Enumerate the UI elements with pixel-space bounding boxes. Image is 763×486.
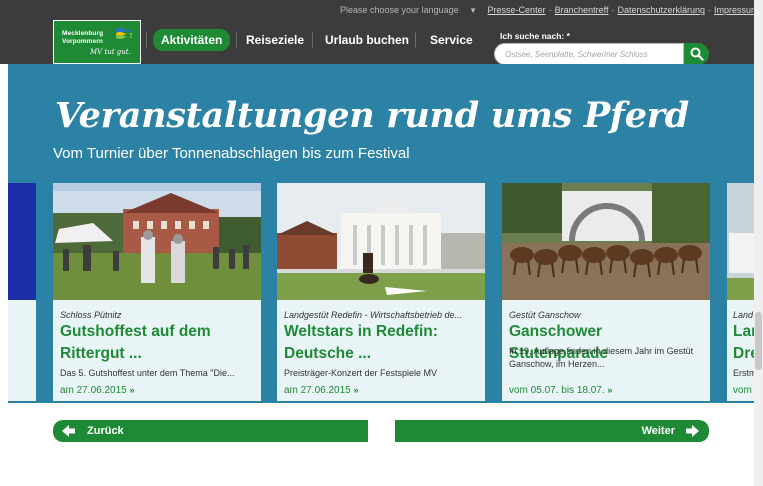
search-label: Ich suche nach: * [500, 31, 570, 41]
nav-divider [312, 32, 313, 48]
event-card[interactable]: Schloss Pütnitz Gutshoffest auf dem Ritt… [53, 183, 261, 401]
logo-line-1: Mecklenburg [62, 30, 104, 37]
link-presse-center[interactable]: Presse-Center [488, 5, 546, 15]
prev-label: Zurück [87, 425, 124, 437]
partial-card-left[interactable] [8, 183, 36, 401]
utility-bar: Please choose your language ▼ Presse-Cen… [340, 5, 759, 15]
search-input[interactable] [494, 43, 684, 65]
scrollbar-thumb[interactable] [755, 312, 762, 370]
next-button[interactable]: Weiter [395, 420, 709, 442]
arrow-left-icon [62, 425, 75, 437]
card-category: Landgestüt Redefin - Wirtschaftsbetrieb … [284, 310, 463, 320]
link-datenschutz[interactable]: Datenschutzerklärung [617, 5, 705, 15]
nav-service[interactable]: Service [430, 29, 473, 51]
logo-slogan: MV tut gut. [90, 48, 131, 56]
nav-divider [236, 32, 237, 48]
card-date[interactable]: vom [733, 385, 752, 396]
page-scrollbar[interactable] [754, 0, 763, 486]
card-title-line: Dre [733, 345, 754, 362]
nav-divider [146, 32, 147, 48]
card-date: vom 05.07. bis 18.07. [509, 385, 605, 396]
chevron-down-icon[interactable]: ▼ [469, 6, 477, 15]
card-image [53, 183, 261, 300]
site-logo[interactable]: Mecklenburg Vorpommern MV tut gut. [53, 20, 141, 64]
card-description: In 19. Auflage finden in diesem Jahr im … [509, 346, 694, 369]
search-button[interactable] [684, 43, 709, 65]
card-title-line: Lan [733, 323, 754, 340]
hero-subtitle: Vom Turnier über Tonnenabschlagen bis zu… [53, 145, 410, 162]
hero-title: Veranstaltungen rund ums Pferd [55, 95, 689, 136]
nav-urlaub-buchen[interactable]: Urlaub buchen [325, 29, 409, 51]
event-card[interactable]: Landgestüt Redefin - Wirtschaftsbetrieb … [277, 183, 485, 401]
double-chevron-right-icon: » [607, 385, 613, 395]
card-date: am 27.06.2015 [60, 385, 127, 396]
card-description: Preisträger-Konzert der Festspiele MV [284, 368, 438, 378]
card-date-link[interactable]: am 27.06.2015 » [284, 385, 359, 396]
card-category: Land [733, 310, 754, 320]
nav-divider [415, 32, 416, 48]
card-title[interactable]: Weltstars in Redefin: Deutsche ... [284, 321, 480, 365]
logo-line-2: Vorpommern [62, 38, 103, 45]
utility-separator: - [548, 5, 552, 15]
event-card[interactable]: Gestüt Ganschow Ganschower Stutenparade … [502, 183, 710, 401]
double-chevron-right-icon: » [129, 385, 135, 395]
link-impressum[interactable]: Impressum [714, 5, 759, 15]
language-selector[interactable]: Please choose your language [340, 5, 459, 15]
double-chevron-right-icon: » [353, 385, 359, 395]
link-branchentreff[interactable]: Branchentreff [555, 5, 609, 15]
arrow-right-icon [686, 425, 699, 437]
card-description: Erstm [733, 368, 754, 378]
utility-separator: - [708, 5, 712, 15]
card-title[interactable]: Gutshoffest auf dem Rittergut ... [60, 321, 256, 365]
card-date: am 27.06.2015 [284, 385, 351, 396]
utility-separator: - [611, 5, 615, 15]
card-category: Schloss Pütnitz [60, 310, 122, 320]
card-image [277, 183, 485, 300]
card-image [502, 183, 710, 300]
card-title[interactable]: Lan Dre [733, 321, 754, 365]
partial-card-right[interactable]: Land Lan Dre Erstm vom [727, 183, 754, 401]
next-label: Weiter [641, 425, 675, 437]
card-date-link[interactable]: am 27.06.2015 » [60, 385, 135, 396]
nav-aktivitaeten[interactable]: Aktivitäten [153, 29, 231, 51]
card-image [727, 183, 754, 300]
card-date-link[interactable]: vom 05.07. bis 18.07. » [509, 385, 612, 396]
card-image [8, 183, 36, 300]
logo-flag-icon [116, 28, 132, 39]
search-icon [690, 47, 704, 61]
prev-button[interactable]: Zurück [53, 420, 368, 442]
card-category: Gestüt Ganschow [509, 310, 581, 320]
nav-reiseziele[interactable]: Reiseziele [246, 29, 304, 51]
card-description: Das 5. Gutshoffest unter dem Thema "Die.… [60, 368, 235, 378]
